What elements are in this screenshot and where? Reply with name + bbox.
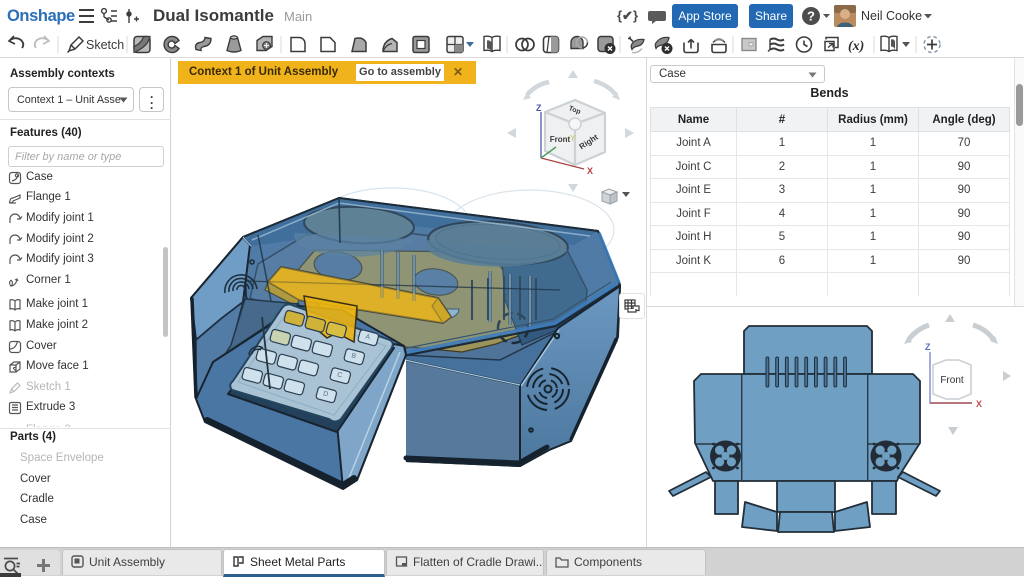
svg-text:Z: Z xyxy=(925,342,931,352)
svg-text:Front: Front xyxy=(940,375,964,386)
svg-text:(x): (x) xyxy=(848,39,864,54)
svg-text:Front: Front xyxy=(550,135,571,144)
svg-text:?: ? xyxy=(807,9,815,24)
svg-text:X: X xyxy=(587,166,593,176)
svg-text:{✔}: {✔} xyxy=(617,8,638,23)
svg-text:X: X xyxy=(976,399,982,409)
svg-text:Y: Y xyxy=(570,134,576,143)
svg-text:Z: Z xyxy=(536,103,542,113)
svg-text:Sketch: Sketch xyxy=(86,38,124,52)
